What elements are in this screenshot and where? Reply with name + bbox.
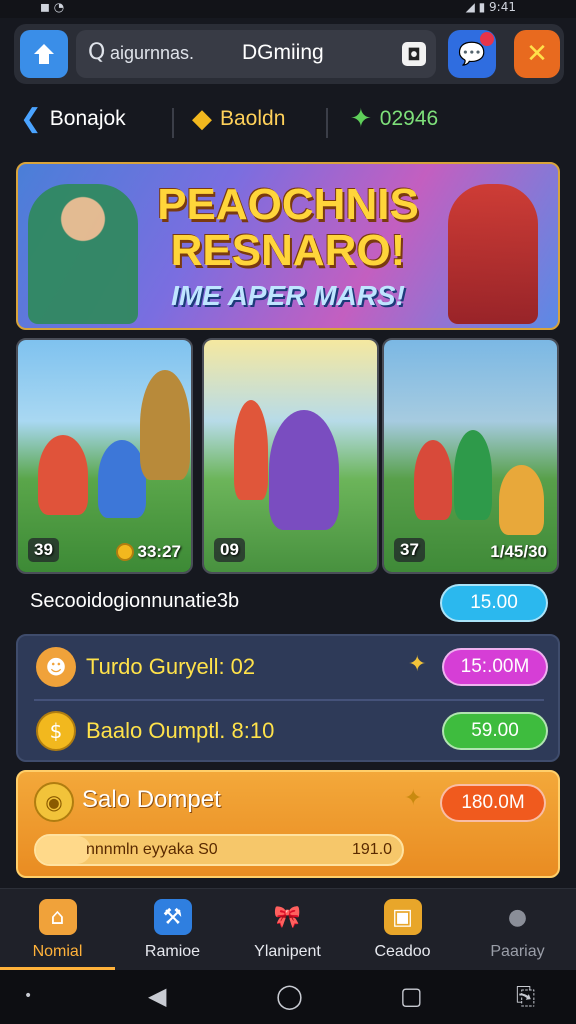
- status-icons-right: ◢ ▮ 9:41: [465, 0, 516, 14]
- home-arrow-svg: [34, 44, 54, 64]
- banner-title-line1: PEAOCHNIS: [157, 180, 419, 229]
- cast-icon[interactable]: ◘: [402, 42, 426, 66]
- coin-icon: $: [36, 711, 76, 751]
- game-card[interactable]: 09: [202, 338, 379, 574]
- arrow-icon: ❮: [20, 104, 42, 134]
- character-image: [98, 440, 146, 518]
- currency-item-back[interactable]: ❮ Bonajok: [20, 104, 126, 134]
- treasure-chest-icon: ▣: [383, 899, 422, 935]
- brand-name: DGmiing: [242, 41, 324, 64]
- dot-icon: •: [24, 988, 33, 1004]
- currency-label: 02946: [379, 107, 439, 130]
- character-image: [499, 465, 544, 535]
- nav-item-home[interactable]: ⌂ Nomial: [0, 889, 115, 971]
- card-level: 09: [214, 538, 245, 562]
- assist-icon[interactable]: ⎘: [516, 982, 535, 1010]
- chat-button[interactable]: 💬: [448, 30, 496, 78]
- wallet-progress-bar: nnnmln eyyaka S0 191.0: [34, 834, 404, 866]
- game-card[interactable]: 39 33:27: [16, 338, 193, 574]
- banner-subtitle: IME APER MARS!: [171, 280, 405, 311]
- progress-text: nnnmln eyyaka S0: [86, 841, 218, 858]
- reward-label: Turdo Guryell: 02: [86, 654, 256, 679]
- coins-stack-icon: ◉: [34, 782, 74, 822]
- nav-label: Ylanipent: [254, 943, 321, 960]
- card-coin-value: 1/45/30: [490, 542, 547, 561]
- search-icon: Q: [88, 40, 106, 65]
- profile-icon: ●: [507, 904, 528, 930]
- section-value-button[interactable]: 15.00: [440, 584, 548, 622]
- card-coins: 1/45/30: [490, 542, 547, 562]
- close-icon: ✕: [526, 39, 548, 69]
- rewards-panel: ☻ Turdo Guryell: 02 ✦ 15:.00M $ Baalo Ou…: [16, 634, 560, 762]
- status-icons-left: ◼ ◔: [40, 0, 65, 14]
- nav-item-paariay[interactable]: ● Paariay: [460, 889, 575, 971]
- wallet-title: Salo Dompet: [82, 786, 221, 813]
- card-coin-value: 33:27: [137, 542, 181, 561]
- character-image: [234, 400, 268, 500]
- bottom-nav: ⌂ Nomial ⚒ Ramioe 🎀 Ylanipent ▣ Ceadoo ●…: [0, 888, 576, 971]
- reward-row[interactable]: ☻ Turdo Guryell: 02 ✦ 15:.00M: [18, 636, 558, 698]
- reward-value-button[interactable]: 15:.00M: [442, 648, 548, 686]
- currency-item-gold[interactable]: ◆ Baoldn: [192, 104, 285, 134]
- nav-item-ceadoo[interactable]: ▣ Ceadoo: [345, 889, 460, 971]
- gold-box-icon: ◆: [192, 104, 212, 134]
- card-level: 39: [28, 538, 59, 562]
- currency-item-gem[interactable]: ✦ 02946: [350, 104, 438, 134]
- promo-banner[interactable]: PEAOCHNIS RESNARO! IME APER MARS!: [16, 162, 560, 330]
- sparkle-icon: ✦: [404, 786, 423, 811]
- progress-value: 191.0: [352, 841, 393, 858]
- currency-row: ❮ Bonajok ◆ Baoldn ✦ 02946: [0, 96, 576, 150]
- status-bar: ◼ ◔ ◢ ▮ 9:41: [0, 0, 576, 18]
- recents-icon[interactable]: ▢: [400, 982, 423, 1010]
- character-image: [269, 410, 339, 530]
- sparkle-icon: ✦: [408, 652, 427, 677]
- system-nav-bar: • ◀ ◯ ▢ ⎘: [0, 970, 576, 1024]
- card-level: 37: [394, 538, 425, 562]
- hammer-icon: ⚒: [153, 899, 192, 935]
- nav-label: Ramioe: [144, 943, 201, 960]
- character-image: [414, 440, 452, 520]
- nav-label: Nomial: [32, 943, 83, 960]
- section-label: Secooidogionnunatie3b: [30, 590, 240, 612]
- search-input[interactable]: Q aigurnnas. DGmiing ◘: [76, 30, 436, 78]
- divider: [172, 108, 174, 138]
- search-placeholder: aigurnnas.: [110, 43, 195, 63]
- character-image: [140, 370, 190, 480]
- back-icon[interactable]: ◀: [148, 982, 166, 1010]
- wallet-panel: ◉ Salo Dompet ✦ 180.0M nnnmln eyyaka S0 …: [16, 770, 560, 878]
- top-bar: Q aigurnnas. DGmiing ◘ 💬 ✕: [14, 24, 564, 84]
- character-image: [454, 430, 492, 520]
- avatar-icon: ☻: [36, 647, 76, 687]
- nav-label: Paariay: [490, 943, 545, 960]
- notification-badge: [480, 32, 494, 46]
- reward-label: Baalo Oumptl. 8:10: [86, 718, 275, 743]
- character-image: [38, 435, 88, 515]
- nav-label: Ceadoo: [374, 943, 431, 960]
- progress-fill: [36, 836, 91, 864]
- home-circle-icon[interactable]: ◯: [276, 982, 303, 1010]
- gem-icon: ✦: [350, 104, 372, 134]
- home-icon: ⌂: [38, 899, 77, 935]
- banner-title-line2: RESNARO!: [170, 226, 406, 275]
- reward-row[interactable]: $ Baalo Oumptl. 8:10 59.00: [18, 700, 558, 762]
- coin-icon: [115, 543, 134, 561]
- currency-label: Bonajok: [49, 107, 126, 130]
- wallet-value-button[interactable]: 180.0M: [440, 784, 546, 822]
- game-card[interactable]: 37 1/45/30: [382, 338, 559, 574]
- nav-item-ramioe[interactable]: ⚒ Ramioe: [115, 889, 230, 971]
- home-arrow-icon[interactable]: [20, 30, 68, 78]
- gift-bow-icon: 🎀: [273, 904, 302, 930]
- close-button[interactable]: ✕: [514, 30, 560, 78]
- card-coins: 33:27: [115, 542, 181, 562]
- reward-value-button[interactable]: 59.00: [442, 712, 548, 750]
- divider: [326, 108, 328, 138]
- nav-item-ylanipent[interactable]: 🎀 Ylanipent: [230, 889, 345, 971]
- currency-label: Baoldn: [220, 107, 286, 130]
- chat-bubble-icon: 💬: [458, 41, 486, 67]
